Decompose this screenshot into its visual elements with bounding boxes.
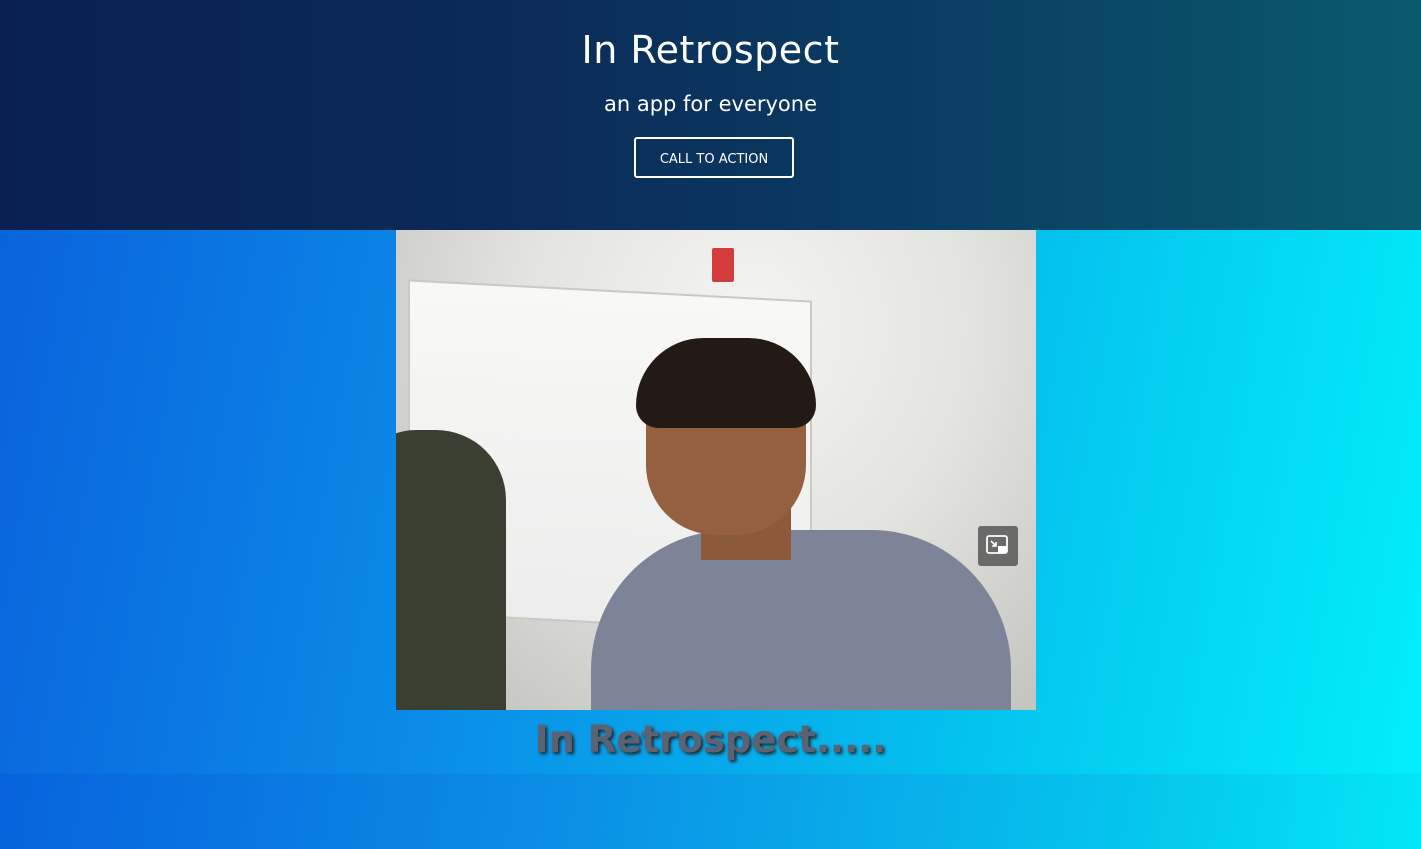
webcam-video[interactable] [396, 230, 1036, 710]
page-subtitle: an app for everyone [603, 92, 817, 116]
person-body-image [591, 530, 1011, 710]
video-caption: In Retrospect..... [534, 718, 887, 761]
call-to-action-button[interactable]: CALL TO ACTION [634, 137, 794, 178]
picture-in-picture-button[interactable] [978, 526, 1018, 566]
picture-in-picture-icon [986, 535, 1008, 554]
person-left-image [396, 430, 506, 710]
footer-band [0, 774, 1421, 849]
fire-alarm-image [712, 248, 734, 282]
hero-banner: In Retrospect an app for everyone CALL T… [0, 0, 1421, 230]
video-section: In Retrospect..... [0, 230, 1421, 849]
person-hair-image [636, 338, 816, 428]
page-title: In Retrospect [581, 28, 840, 72]
